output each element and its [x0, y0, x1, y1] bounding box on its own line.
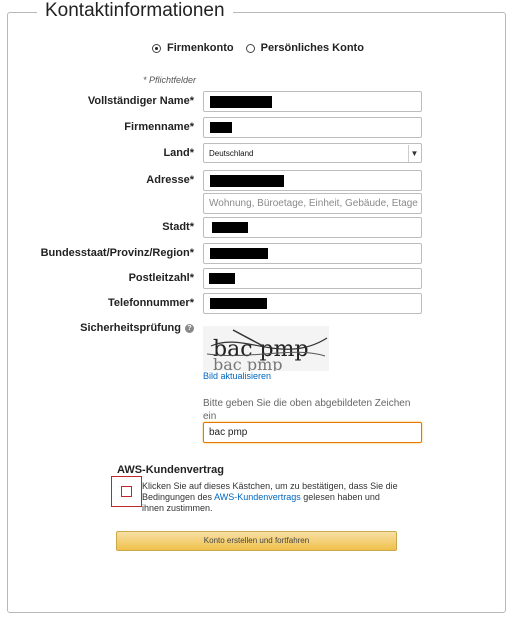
radio-business-account[interactable]: Firmenkonto — [152, 42, 234, 54]
redaction — [209, 273, 235, 284]
row-company: Firmenname* — [0, 117, 510, 139]
postal-input[interactable] — [203, 268, 422, 289]
country-select[interactable]: Deutschland ▼ — [203, 143, 422, 163]
radio-personal-account[interactable]: Persönliches Konto — [245, 42, 364, 54]
captcha-text-2: bac pmp — [213, 355, 282, 371]
row-full-name: Vollständiger Name* — [0, 91, 510, 113]
captcha-instruction: Bitte geben Sie die oben abgebildeten Ze… — [203, 398, 411, 422]
captcha-graphic: bac pmp bac pmp — [206, 329, 328, 371]
redaction — [210, 96, 272, 108]
city-input[interactable] — [203, 217, 422, 238]
phone-input[interactable] — [203, 293, 422, 314]
agreement-checkbox[interactable] — [121, 486, 132, 497]
page-title: Kontaktinformationen — [37, 0, 233, 22]
redaction — [210, 298, 267, 309]
redaction — [210, 122, 232, 133]
radio-business-label: Firmenkonto — [167, 42, 234, 54]
create-account-button[interactable]: Konto erstellen und fortfahren — [116, 531, 397, 551]
redaction — [210, 175, 284, 187]
required-note: * Pflichtfelder — [143, 75, 197, 85]
company-label: Firmenname* — [124, 121, 194, 133]
row-phone: Telefonnummer* — [0, 293, 510, 315]
postal-label: Postleitzahl* — [128, 272, 194, 284]
agreement-checkbox-highlight — [111, 476, 142, 507]
help-icon[interactable]: ? — [185, 323, 194, 333]
row-address-2: Wohnung, Büroetage, Einheit, Gebäude, Et… — [0, 193, 510, 215]
row-country: Land* Deutschland ▼ — [0, 143, 510, 165]
country-value: Deutschland — [209, 149, 254, 158]
radio-personal-label: Persönliches Konto — [260, 42, 364, 54]
address-line1-input[interactable] — [203, 170, 422, 191]
row-address: Adresse* — [0, 170, 510, 192]
radio-unselected-icon[interactable] — [245, 43, 255, 53]
full-name-label: Vollständiger Name* — [87, 95, 194, 107]
redaction — [210, 248, 268, 259]
state-label: Bundesstaat/Provinz/Region* — [40, 247, 194, 259]
redaction — [212, 222, 248, 233]
row-state: Bundesstaat/Provinz/Region* — [0, 243, 510, 265]
account-type-group: Firmenkonto Persönliches Konto — [152, 42, 376, 54]
chevron-down-icon[interactable]: ▼ — [408, 145, 420, 162]
agreement-title: AWS-Kundenvertrag — [117, 464, 224, 476]
company-input[interactable] — [203, 117, 422, 138]
agreement-text: Klicken Sie auf dieses Kästchen, um zu b… — [142, 481, 398, 514]
state-input[interactable] — [203, 243, 422, 264]
refresh-captcha-link[interactable]: Bild aktualisieren — [203, 371, 271, 381]
radio-selected-icon[interactable] — [152, 43, 161, 53]
city-label: Stadt* — [162, 221, 194, 233]
phone-label: Telefonnummer* — [108, 297, 194, 309]
full-name-input[interactable] — [203, 91, 422, 112]
security-label: Sicherheitsprüfung? — [80, 322, 194, 334]
country-label: Land* — [163, 147, 194, 159]
address-line2-input[interactable]: Wohnung, Büroetage, Einheit, Gebäude, Et… — [203, 193, 422, 214]
row-city: Stadt* — [0, 217, 510, 239]
row-postal: Postleitzahl* — [0, 268, 510, 290]
agreement-link[interactable]: AWS-Kundenvertrags — [214, 492, 301, 502]
address-label: Adresse* — [146, 174, 194, 186]
security-label-text: Sicherheitsprüfung — [80, 322, 181, 334]
captcha-image: bac pmp bac pmp — [203, 326, 329, 371]
captcha-input[interactable]: bac pmp — [203, 422, 422, 443]
